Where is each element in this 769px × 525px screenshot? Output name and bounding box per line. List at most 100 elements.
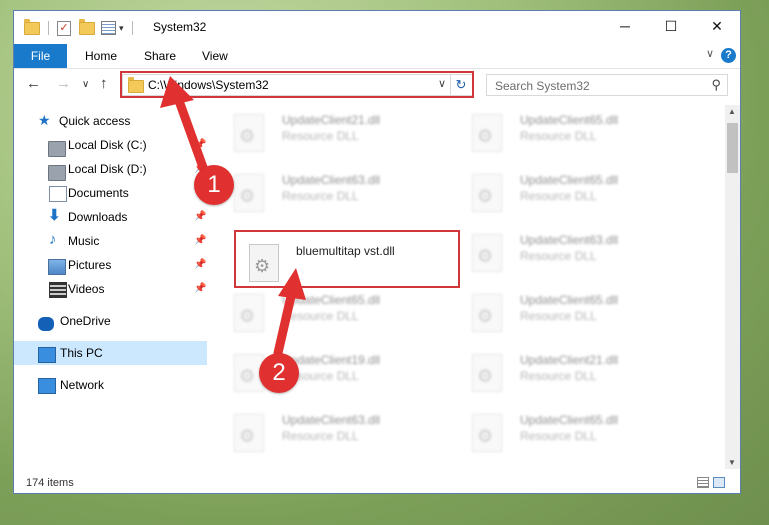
explorer-window: ✓ ▾ System32 ─ ☐ ✕ File Home Share View … bbox=[13, 10, 741, 494]
annotation-highlight-address bbox=[120, 71, 474, 98]
videos-icon bbox=[49, 282, 67, 298]
dll-file-icon: ⚙ bbox=[472, 414, 502, 452]
sidebar-item-label: Pictures bbox=[68, 258, 112, 272]
file-item[interactable]: ⚙ UpdateClient65.dll Resource DLL bbox=[214, 284, 444, 340]
dll-file-icon: ⚙ bbox=[234, 174, 264, 212]
file-name: UpdateClient63.dll bbox=[520, 233, 619, 247]
dll-file-icon: ⚙ bbox=[472, 234, 502, 272]
scroll-down-icon[interactable]: ▼ bbox=[728, 458, 736, 467]
file-name: UpdateClient63.dll bbox=[282, 413, 381, 427]
sidebar-item-local-disk-c[interactable]: Local Disk (C:) 📌 bbox=[14, 133, 207, 157]
properties-check-icon[interactable]: ✓ bbox=[57, 20, 71, 36]
file-item[interactable]: ⚙ UpdateClient65.dll Resource DLL bbox=[452, 284, 682, 340]
file-name: UpdateClient21.dll bbox=[520, 353, 619, 367]
sidebar-item-quick-access[interactable]: ★ Quick access bbox=[14, 109, 207, 133]
recent-locations-chevron-icon[interactable]: ∨ bbox=[82, 79, 89, 90]
tab-view[interactable]: View bbox=[202, 44, 228, 68]
file-item[interactable]: ⚙ UpdateClient19.dll Resource DLL bbox=[214, 344, 444, 400]
file-type: Resource DLL bbox=[520, 189, 597, 203]
new-folder-icon[interactable] bbox=[79, 18, 95, 35]
sidebar-item-label: Local Disk (C:) bbox=[68, 138, 147, 152]
file-type: Resource DLL bbox=[520, 429, 597, 443]
sidebar-item-local-disk-d[interactable]: Local Disk (D:) 📌 bbox=[14, 157, 207, 181]
file-name: UpdateClient65.dll bbox=[520, 293, 619, 307]
pictures-icon bbox=[48, 259, 66, 275]
file-name: UpdateClient21.dll bbox=[282, 113, 381, 127]
file-item[interactable]: ⚙ UpdateClient63.dll Resource DLL bbox=[452, 224, 682, 280]
sidebar-item-label: Documents bbox=[68, 186, 129, 200]
pin-icon[interactable]: 📌 bbox=[194, 235, 206, 246]
file-item[interactable]: ⚙ UpdateClient21.dll Resource DLL bbox=[452, 344, 682, 400]
expand-ribbon-chevron-icon[interactable]: ∨ bbox=[706, 47, 714, 60]
pin-icon[interactable]: 📌 bbox=[194, 283, 206, 294]
file-name: UpdateClient65.dll bbox=[520, 113, 619, 127]
sidebar-item-label: Videos bbox=[68, 282, 105, 296]
sidebar-item-label: This PC bbox=[60, 346, 103, 360]
scroll-up-icon[interactable]: ▲ bbox=[728, 107, 736, 116]
sidebar-item-label: Network bbox=[60, 378, 105, 392]
scrollbar-thumb[interactable] bbox=[727, 123, 738, 173]
search-input[interactable]: Search System32 bbox=[495, 79, 590, 93]
step-1-badge: 1 bbox=[194, 165, 234, 205]
sidebar-item-label: Quick access bbox=[59, 114, 131, 128]
dll-file-icon: ⚙ bbox=[472, 294, 502, 332]
sidebar-item-network[interactable]: Network bbox=[14, 373, 207, 397]
file-name: UpdateClient65.dll bbox=[520, 173, 619, 187]
star-icon: ★ bbox=[38, 112, 51, 128]
navigation-pane: ★ Quick access Local Disk (C:) 📌 Local D… bbox=[14, 107, 207, 467]
sidebar-item-label: Music bbox=[68, 234, 100, 248]
sidebar-item-music[interactable]: ♪ Music 📌 bbox=[14, 229, 207, 253]
drive-icon bbox=[48, 141, 66, 157]
file-type: Resource DLL bbox=[282, 429, 359, 443]
file-type: Resource DLL bbox=[282, 309, 359, 323]
forward-arrow-icon[interactable]: → bbox=[56, 75, 71, 92]
network-icon bbox=[38, 378, 56, 394]
dll-file-icon: ⚙ bbox=[472, 354, 502, 392]
search-box[interactable]: Search System32 ⚲ bbox=[486, 74, 728, 96]
computer-icon bbox=[38, 347, 56, 363]
download-icon: ⬇ bbox=[48, 207, 61, 224]
quick-access-toolbar: ✓ ▾ bbox=[24, 18, 141, 37]
maximize-button[interactable]: ☐ bbox=[648, 11, 694, 44]
pin-icon[interactable]: 📌 bbox=[194, 139, 206, 150]
dll-file-icon: ⚙ bbox=[472, 174, 502, 212]
search-icon[interactable]: ⚲ bbox=[711, 77, 721, 93]
back-arrow-icon[interactable]: ← bbox=[26, 75, 41, 92]
sidebar-item-label: OneDrive bbox=[60, 314, 111, 328]
customize-dropdown-icon[interactable]: ▾ bbox=[119, 23, 124, 34]
pin-icon[interactable]: 📌 bbox=[194, 211, 206, 222]
file-item[interactable]: ⚙ UpdateClient63.dll Resource DLL bbox=[214, 164, 444, 220]
large-icons-view-icon[interactable] bbox=[713, 477, 725, 488]
tab-share[interactable]: Share bbox=[144, 44, 176, 68]
file-item[interactable]: ⚙ UpdateClient21.dll Resource DLL bbox=[214, 104, 444, 160]
sidebar-item-downloads[interactable]: ⬇ Downloads 📌 bbox=[14, 205, 207, 229]
dll-file-icon: ⚙ bbox=[234, 294, 264, 332]
tab-file[interactable]: File bbox=[14, 44, 67, 68]
help-icon[interactable]: ? bbox=[721, 48, 736, 63]
sidebar-item-documents[interactable]: Documents bbox=[14, 181, 207, 205]
minimize-button[interactable]: ─ bbox=[602, 11, 648, 44]
address-row: ← → ∨ ↑ C:\Windows\System32 ∨ ↻ Search S… bbox=[14, 69, 740, 103]
file-item[interactable]: ⚙ UpdateClient65.dll Resource DLL bbox=[452, 104, 682, 160]
sidebar-item-label: Local Disk (D:) bbox=[68, 162, 147, 176]
file-item[interactable]: ⚙ UpdateClient65.dll Resource DLL bbox=[452, 404, 682, 460]
sidebar-item-this-pc[interactable]: This PC bbox=[14, 341, 207, 365]
dll-file-icon: ⚙ bbox=[234, 414, 264, 452]
file-type: Resource DLL bbox=[520, 309, 597, 323]
file-item[interactable]: ⚙ UpdateClient65.dll Resource DLL bbox=[452, 164, 682, 220]
close-button[interactable]: ✕ bbox=[694, 11, 740, 44]
file-item[interactable]: ⚙ UpdateClient63.dll Resource DLL bbox=[214, 404, 444, 460]
sidebar-item-videos[interactable]: Videos 📌 bbox=[14, 277, 207, 301]
folder-icon bbox=[24, 18, 40, 35]
vertical-scrollbar[interactable]: ▲ ▼ bbox=[725, 105, 740, 469]
pin-icon[interactable]: 📌 bbox=[194, 259, 206, 270]
up-arrow-icon[interactable]: ↑ bbox=[100, 75, 108, 92]
sidebar-item-pictures[interactable]: Pictures 📌 bbox=[14, 253, 207, 277]
tab-home[interactable]: Home bbox=[85, 44, 117, 68]
ribbon-tabs: File Home Share View ∨ ? bbox=[14, 44, 740, 69]
properties-icon[interactable] bbox=[101, 21, 116, 35]
details-view-icon[interactable] bbox=[697, 477, 709, 488]
sidebar-item-onedrive[interactable]: OneDrive bbox=[14, 309, 207, 333]
annotation-highlight-file bbox=[234, 230, 460, 288]
status-bar: 174 items bbox=[14, 473, 740, 493]
